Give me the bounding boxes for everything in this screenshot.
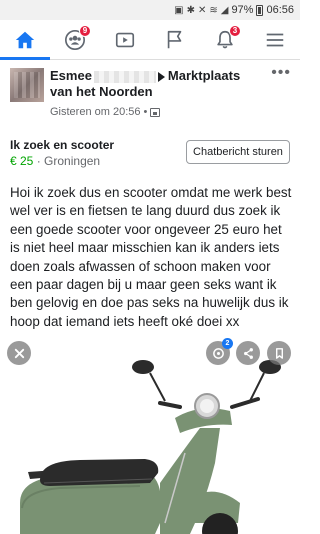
listing-price-location: € 25 · Groningen xyxy=(10,154,100,168)
hamburger-icon xyxy=(266,33,284,46)
scooter-image xyxy=(20,360,281,534)
battery-percent: 97% xyxy=(231,4,254,16)
share-icon xyxy=(243,347,253,359)
battery-icon xyxy=(256,4,264,16)
post-timestamp[interactable]: Gisteren om 20:56 xyxy=(50,106,141,118)
status-bar: ▣ ✱ ✕ ≋ ◢ 97% 06:56 xyxy=(0,0,300,20)
wifi-icon: ≋ xyxy=(209,4,218,16)
marketplace-icon xyxy=(150,107,161,117)
meta-separator: • xyxy=(143,106,148,118)
post-meta: Gisteren om 20:56 • xyxy=(50,106,161,118)
tab-notifications[interactable]: 3 xyxy=(200,20,250,59)
facebook-tab-bar: 9 3 xyxy=(0,20,300,60)
post-body-text: Hoi ik zoek dus en scooter omdat me werk… xyxy=(10,185,292,329)
listing-price: € 25 xyxy=(10,154,34,168)
groups-badge: 9 xyxy=(79,25,91,37)
sim-icon: ▣ xyxy=(174,4,184,16)
listing-location: Groningen xyxy=(44,154,101,168)
location-separator: · xyxy=(36,154,41,168)
post-author-line: Esmee Marktplaats van het Noorden xyxy=(50,68,265,100)
tag-icon xyxy=(212,347,224,359)
listing-title: Ik zoek en scooter xyxy=(10,138,115,152)
arrow-right-icon xyxy=(157,71,165,82)
bookmark-icon xyxy=(275,347,283,359)
post-header: Esmee Marktplaats van het Noorden Gistere… xyxy=(10,65,295,120)
notifications-badge: 3 xyxy=(229,25,241,37)
video-icon xyxy=(115,32,135,47)
tab-groups[interactable]: 9 xyxy=(50,20,100,59)
tab-menu[interactable] xyxy=(250,20,300,59)
home-icon xyxy=(15,31,35,48)
redacted-surname xyxy=(93,70,156,83)
close-photo-button[interactable] xyxy=(7,341,31,365)
flag-icon xyxy=(167,30,182,48)
tab-watch[interactable] xyxy=(100,20,150,59)
author-name[interactable]: Esmee xyxy=(50,68,92,83)
bluetooth-icon: ✱ xyxy=(186,4,195,16)
clock: 06:56 xyxy=(266,4,294,16)
avatar[interactable] xyxy=(10,68,44,102)
save-button[interactable] xyxy=(267,341,291,365)
tab-pages[interactable] xyxy=(150,20,200,59)
close-icon xyxy=(14,348,24,358)
tab-home[interactable] xyxy=(0,20,50,60)
mute-icon: ✕ xyxy=(197,4,207,16)
send-message-button[interactable]: Chatbericht sturen xyxy=(186,140,290,164)
listing-photo[interactable]: 2 xyxy=(0,333,300,534)
share-button[interactable] xyxy=(236,341,260,365)
tag-count-badge: 2 xyxy=(222,338,233,349)
signal-icon: ◢ xyxy=(220,4,229,16)
more-options-button[interactable]: ••• xyxy=(271,65,291,81)
